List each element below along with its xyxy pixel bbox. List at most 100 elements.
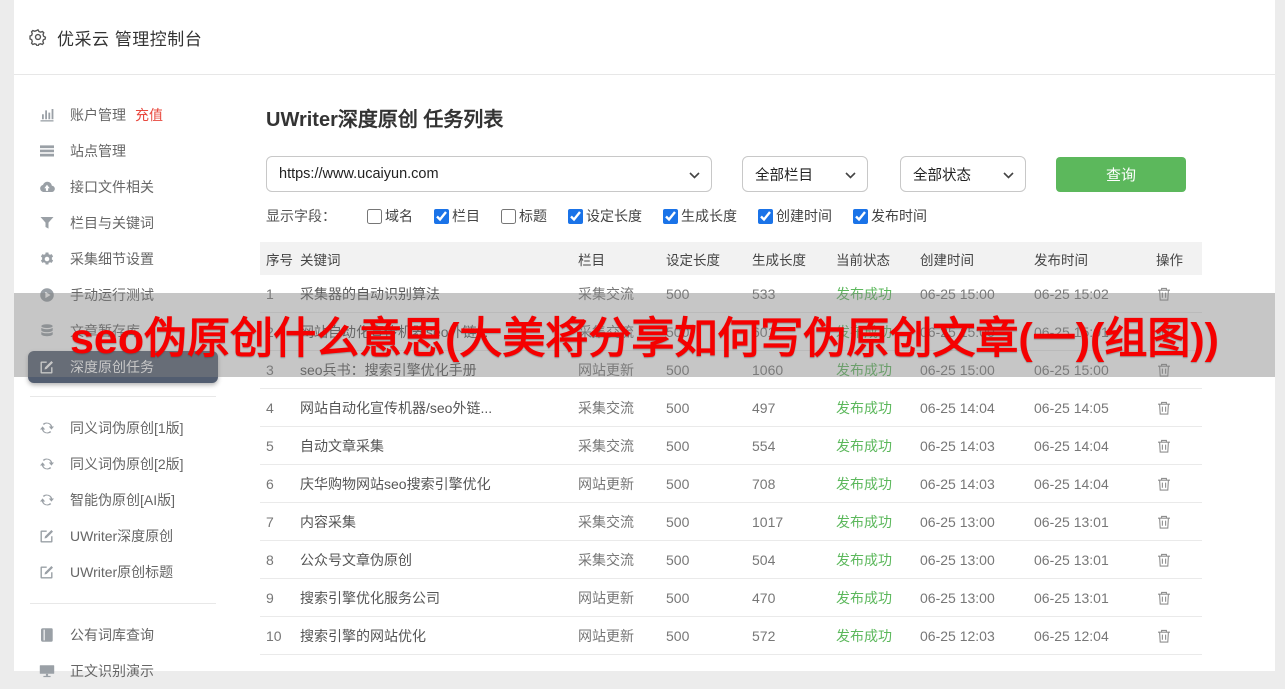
table-header-cell: 设定长度 [666, 252, 720, 268]
sidebar-item-uwriter-deep[interactable]: UWriter深度原创 [14, 518, 252, 554]
sidebar-item-account[interactable]: 账户管理 充值 [14, 97, 252, 133]
cloud-upload-icon [38, 179, 56, 195]
checkbox-input[interactable] [501, 208, 516, 224]
field-checkbox-域名[interactable]: 域名 [367, 206, 413, 226]
sidebar-item-label: 同义词伪原创[2版] [70, 456, 184, 472]
cell-set-length: 500 [666, 589, 690, 606]
cell-actions [1156, 552, 1208, 568]
cell-column: 采集交流 [578, 437, 634, 454]
sidebar-item-api-files[interactable]: 接口文件相关 [14, 169, 252, 205]
field-checkbox-标题[interactable]: 标题 [501, 206, 547, 226]
sidebar-item-content-demo[interactable]: 正文识别演示 [14, 653, 252, 689]
sidebar-item-sites[interactable]: 站点管理 [14, 133, 252, 169]
column-select[interactable]: 全部栏目 [742, 156, 868, 192]
cell-keyword: 自动文章采集 [300, 437, 384, 454]
sidebar-item-columns-keywords[interactable]: 栏目与关键词 [14, 205, 252, 241]
bar-chart-icon [38, 107, 56, 123]
table-header-cell: 创建时间 [920, 252, 974, 268]
app-title: 优采云 管理控制台 [57, 29, 203, 49]
delete-trash-icon[interactable] [1156, 438, 1174, 454]
site-select[interactable]: https://www.ucaiyun.com [266, 156, 712, 192]
cell-no: 7 [266, 513, 274, 530]
cell-set-length: 500 [666, 437, 690, 454]
site-select-value: https://www.ucaiyun.com [279, 166, 439, 182]
cell-actions [1156, 438, 1208, 454]
sidebar-item-label: 接口文件相关 [70, 179, 154, 195]
sidebar-item-synonym-v2[interactable]: 同义词伪原创[2版] [14, 446, 252, 482]
gears-icon [38, 251, 56, 267]
cell-actions [1156, 590, 1208, 606]
cell-created-time: 06-25 13:00 [920, 551, 995, 568]
cell-keyword: 搜索引擎优化服务公司 [300, 589, 440, 606]
field-checkbox-生成长度[interactable]: 生成长度 [663, 206, 737, 226]
cell-status: 发布成功 [836, 437, 892, 454]
cell-gen-length: 504 [752, 551, 776, 568]
cell-no: 8 [266, 551, 274, 568]
table-header-cell: 操作 [1156, 252, 1183, 268]
field-checkbox-栏目[interactable]: 栏目 [434, 206, 480, 226]
checkbox-input[interactable] [367, 208, 382, 224]
delete-trash-icon[interactable] [1156, 552, 1174, 568]
sidebar-item-collect-settings[interactable]: 采集细节设置 [14, 241, 252, 277]
cell-gen-length: 497 [752, 399, 776, 416]
sidebar-divider [30, 603, 216, 604]
cell-created-time: 06-25 14:04 [920, 399, 995, 416]
checkbox-input[interactable] [663, 208, 678, 224]
sidebar-item-synonym-v1[interactable]: 同义词伪原创[1版] [14, 410, 252, 446]
sidebar-item-public-dict[interactable]: 公有词库查询 [14, 617, 252, 653]
table-row: 5 自动文章采集 采集交流 500 554 发布成功 06-25 14:03 06-25 14… [260, 427, 1202, 465]
table-row: 6 庆华购物网站seo搜索引擎优化 网站更新 500 708 发布成功 06-25 14:0… [260, 465, 1202, 503]
cell-status: 发布成功 [836, 399, 892, 416]
server-icon [38, 143, 56, 159]
cell-actions [1156, 400, 1208, 416]
table-header-cell: 发布时间 [1034, 252, 1088, 268]
table-header-row: 序号 关键词 栏目 设定长度 生成长度 当前状态 创建时间 发布时间 操作 [260, 242, 1202, 275]
overlay-text: seo伪原创什么意思(大美将分享如何写伪原创文章(一)(组图)) [69, 315, 1219, 363]
delete-trash-icon[interactable] [1156, 476, 1174, 492]
sidebar-divider [30, 396, 216, 397]
checkbox-label: 设定长度 [586, 208, 642, 224]
filter-icon [38, 215, 56, 231]
cell-created-time: 06-25 14:03 [920, 475, 995, 492]
filter-bar: https://www.ucaiyun.com 全部栏目 全部状态 查询 [266, 156, 1275, 192]
cell-set-length: 500 [666, 513, 690, 530]
cell-gen-length: 554 [752, 437, 776, 454]
checkbox-label: 栏目 [452, 208, 480, 224]
sidebar-item-label: 正文识别演示 [70, 663, 154, 679]
cell-column: 采集交流 [578, 513, 634, 530]
delete-trash-icon[interactable] [1156, 400, 1174, 416]
cell-created-time: 06-25 12:03 [920, 627, 995, 644]
cell-column: 采集交流 [578, 399, 634, 416]
sidebar-item-smart-ai[interactable]: 智能伪原创[AI版] [14, 482, 252, 518]
checkbox-input[interactable] [853, 208, 868, 224]
delete-trash-icon[interactable] [1156, 514, 1174, 530]
cell-status: 发布成功 [836, 513, 892, 530]
cell-keyword: 内容采集 [300, 513, 356, 530]
cell-column: 网站更新 [578, 475, 634, 492]
checkbox-label: 生成长度 [681, 208, 737, 224]
cell-no: 5 [266, 437, 274, 454]
checkbox-label: 域名 [385, 208, 413, 224]
checkbox-input[interactable] [434, 208, 449, 224]
cell-status: 发布成功 [836, 551, 892, 568]
delete-trash-icon[interactable] [1156, 590, 1174, 606]
book-icon [38, 627, 56, 643]
field-checkbox-设定长度[interactable]: 设定长度 [568, 206, 642, 226]
column-select-value: 全部栏目 [755, 167, 813, 184]
cell-no: 4 [266, 399, 274, 416]
cell-column: 网站更新 [578, 589, 634, 606]
checkbox-input[interactable] [568, 208, 583, 224]
sidebar-item-uwriter-title[interactable]: UWriter原创标题 [14, 554, 252, 590]
query-button[interactable]: 查询 [1056, 156, 1186, 192]
cell-no: 10 [266, 627, 282, 644]
table-header-cell: 当前状态 [836, 252, 890, 268]
table-header-cell: 栏目 [578, 252, 605, 268]
cell-published-time: 06-25 14:04 [1034, 437, 1109, 454]
field-checkbox-发布时间[interactable]: 发布时间 [853, 206, 927, 226]
recharge-link[interactable]: 充值 [135, 105, 163, 125]
delete-trash-icon[interactable] [1156, 628, 1174, 644]
status-select[interactable]: 全部状态 [900, 156, 1026, 192]
cell-column: 网站更新 [578, 627, 634, 644]
field-checkbox-创建时间[interactable]: 创建时间 [758, 206, 832, 226]
checkbox-input[interactable] [758, 208, 773, 224]
